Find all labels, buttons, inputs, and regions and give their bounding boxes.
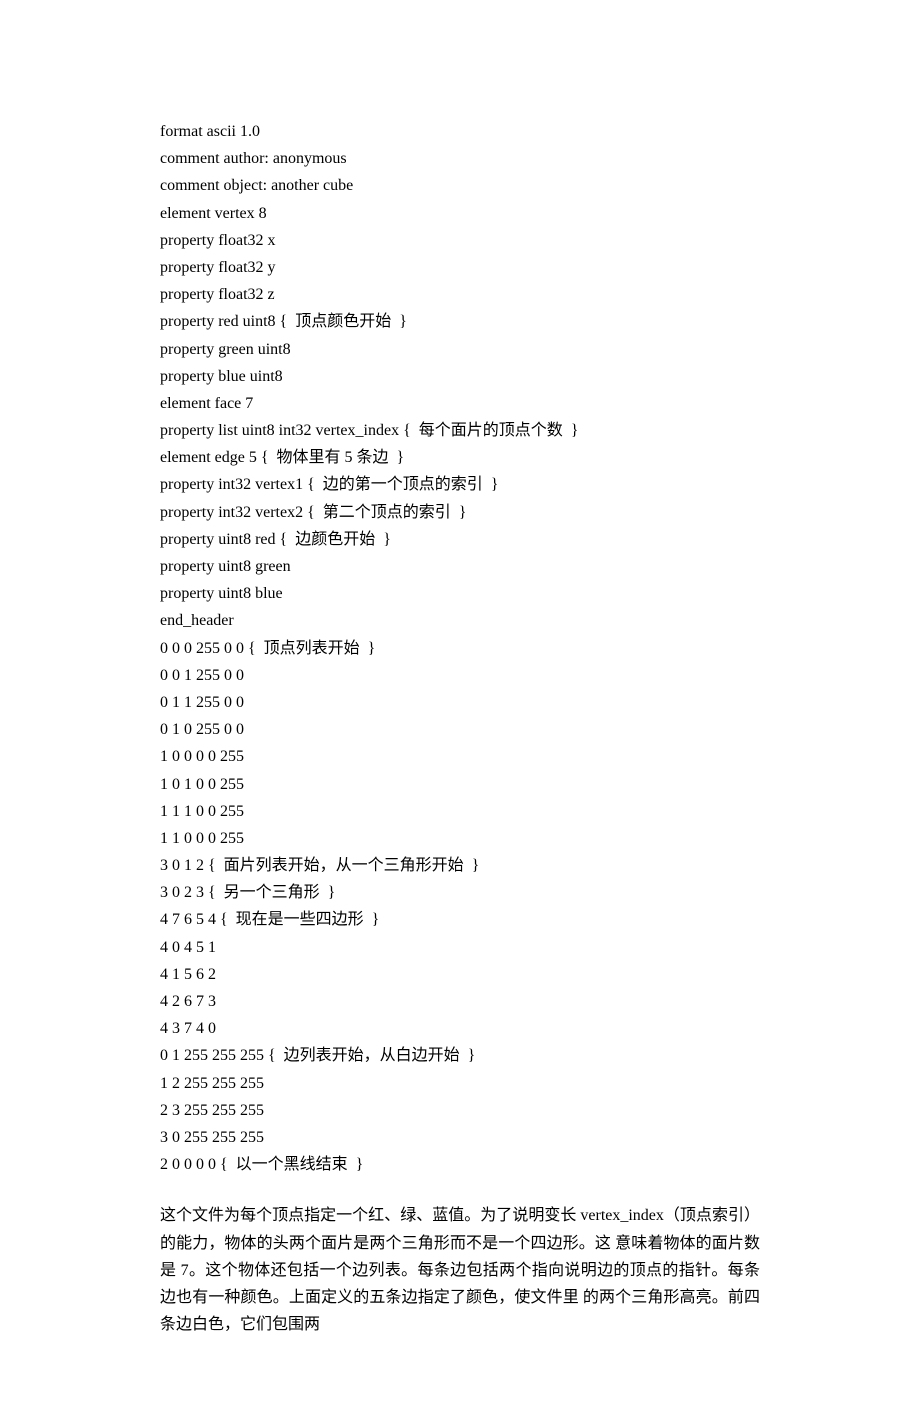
code-line: 4 7 6 5 4 { 现在是一些四边形 }: [160, 906, 760, 933]
code-line: property red uint8 { 顶点颜色开始 }: [160, 308, 760, 335]
explanation-paragraph: 这个文件为每个顶点指定一个红、绿、蓝值。为了说明变长 vertex_index（…: [160, 1202, 760, 1338]
code-line: property float32 y: [160, 254, 760, 281]
code-line: 3 0 2 3 { 另一个三角形 }: [160, 879, 760, 906]
code-line: property float32 x: [160, 227, 760, 254]
code-line: 2 0 0 0 0 { 以一个黑线结束 }: [160, 1151, 760, 1178]
code-line: 0 0 0 255 0 0 { 顶点列表开始 }: [160, 635, 760, 662]
code-line: 0 1 0 255 0 0: [160, 716, 760, 743]
ply-code-block: format ascii 1.0comment author: anonymou…: [160, 118, 760, 1178]
code-line: 4 0 4 5 1: [160, 934, 760, 961]
code-line: 3 0 255 255 255: [160, 1124, 760, 1151]
code-line: comment author: anonymous: [160, 145, 760, 172]
code-line: 1 0 0 0 0 255: [160, 743, 760, 770]
code-line: end_header: [160, 607, 760, 634]
code-line: element face 7: [160, 390, 760, 417]
code-line: 0 1 255 255 255 { 边列表开始，从白边开始 }: [160, 1042, 760, 1069]
document-page: format ascii 1.0comment author: anonymou…: [0, 0, 920, 1418]
code-line: property int32 vertex2 { 第二个顶点的索引 }: [160, 499, 760, 526]
code-line: property uint8 blue: [160, 580, 760, 607]
code-line: 0 1 1 255 0 0: [160, 689, 760, 716]
code-line: property int32 vertex1 { 边的第一个顶点的索引 }: [160, 471, 760, 498]
code-line: property float32 z: [160, 281, 760, 308]
code-line: 1 1 0 0 0 255: [160, 825, 760, 852]
code-line: property uint8 green: [160, 553, 760, 580]
code-line: property list uint8 int32 vertex_index {…: [160, 417, 760, 444]
code-line: property green uint8: [160, 336, 760, 363]
code-line: 1 2 255 255 255: [160, 1070, 760, 1097]
code-line: 1 0 1 0 0 255: [160, 771, 760, 798]
code-line: format ascii 1.0: [160, 118, 760, 145]
code-line: 2 3 255 255 255: [160, 1097, 760, 1124]
code-line: 4 1 5 6 2: [160, 961, 760, 988]
code-line: element vertex 8: [160, 200, 760, 227]
code-line: 0 0 1 255 0 0: [160, 662, 760, 689]
code-line: 4 2 6 7 3: [160, 988, 760, 1015]
code-line: property blue uint8: [160, 363, 760, 390]
code-line: 3 0 1 2 { 面片列表开始，从一个三角形开始 }: [160, 852, 760, 879]
code-line: 1 1 1 0 0 255: [160, 798, 760, 825]
code-line: element edge 5 { 物体里有 5 条边 }: [160, 444, 760, 471]
code-line: comment object: another cube: [160, 172, 760, 199]
code-line: 4 3 7 4 0: [160, 1015, 760, 1042]
code-line: property uint8 red { 边颜色开始 }: [160, 526, 760, 553]
